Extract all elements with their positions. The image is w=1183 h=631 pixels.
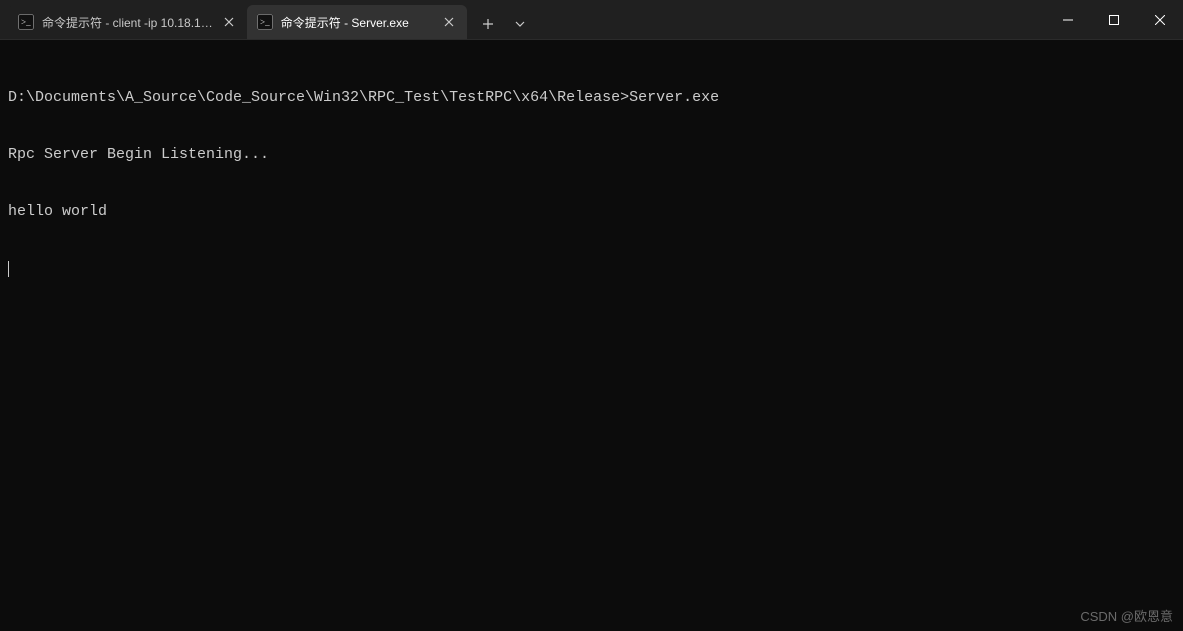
tab-actions — [467, 9, 535, 39]
new-tab-button[interactable] — [473, 9, 503, 39]
terminal-line: hello world — [8, 202, 1175, 221]
tab-client[interactable]: >_ 命令提示符 - client -ip 10.18.1… — [8, 5, 247, 39]
svg-text:>_: >_ — [21, 17, 31, 27]
tab-server[interactable]: >_ 命令提示符 - Server.exe — [247, 5, 467, 39]
cmd-icon: >_ — [257, 14, 273, 30]
svg-text:>_: >_ — [260, 17, 270, 27]
terminal-cursor-line — [8, 259, 1175, 278]
close-button[interactable] — [1137, 0, 1183, 39]
tab-strip: >_ 命令提示符 - client -ip 10.18.1… >_ 命令提示符 … — [0, 0, 535, 39]
tab-label: 命令提示符 - client -ip 10.18.1… — [42, 14, 213, 31]
terminal-line: Rpc Server Begin Listening... — [8, 145, 1175, 164]
close-icon[interactable] — [441, 14, 457, 30]
cursor — [8, 261, 9, 277]
window-controls — [1045, 0, 1183, 39]
terminal-line: D:\Documents\A_Source\Code_Source\Win32\… — [8, 88, 1175, 107]
cmd-icon: >_ — [18, 14, 34, 30]
tab-dropdown-button[interactable] — [505, 9, 535, 39]
terminal-output[interactable]: D:\Documents\A_Source\Code_Source\Win32\… — [0, 40, 1183, 307]
maximize-button[interactable] — [1091, 0, 1137, 39]
minimize-button[interactable] — [1045, 0, 1091, 39]
close-icon[interactable] — [221, 14, 237, 30]
watermark: CSDN @欧恩意 — [1080, 606, 1173, 625]
titlebar: >_ 命令提示符 - client -ip 10.18.1… >_ 命令提示符 … — [0, 0, 1183, 40]
tab-label: 命令提示符 - Server.exe — [281, 14, 433, 31]
